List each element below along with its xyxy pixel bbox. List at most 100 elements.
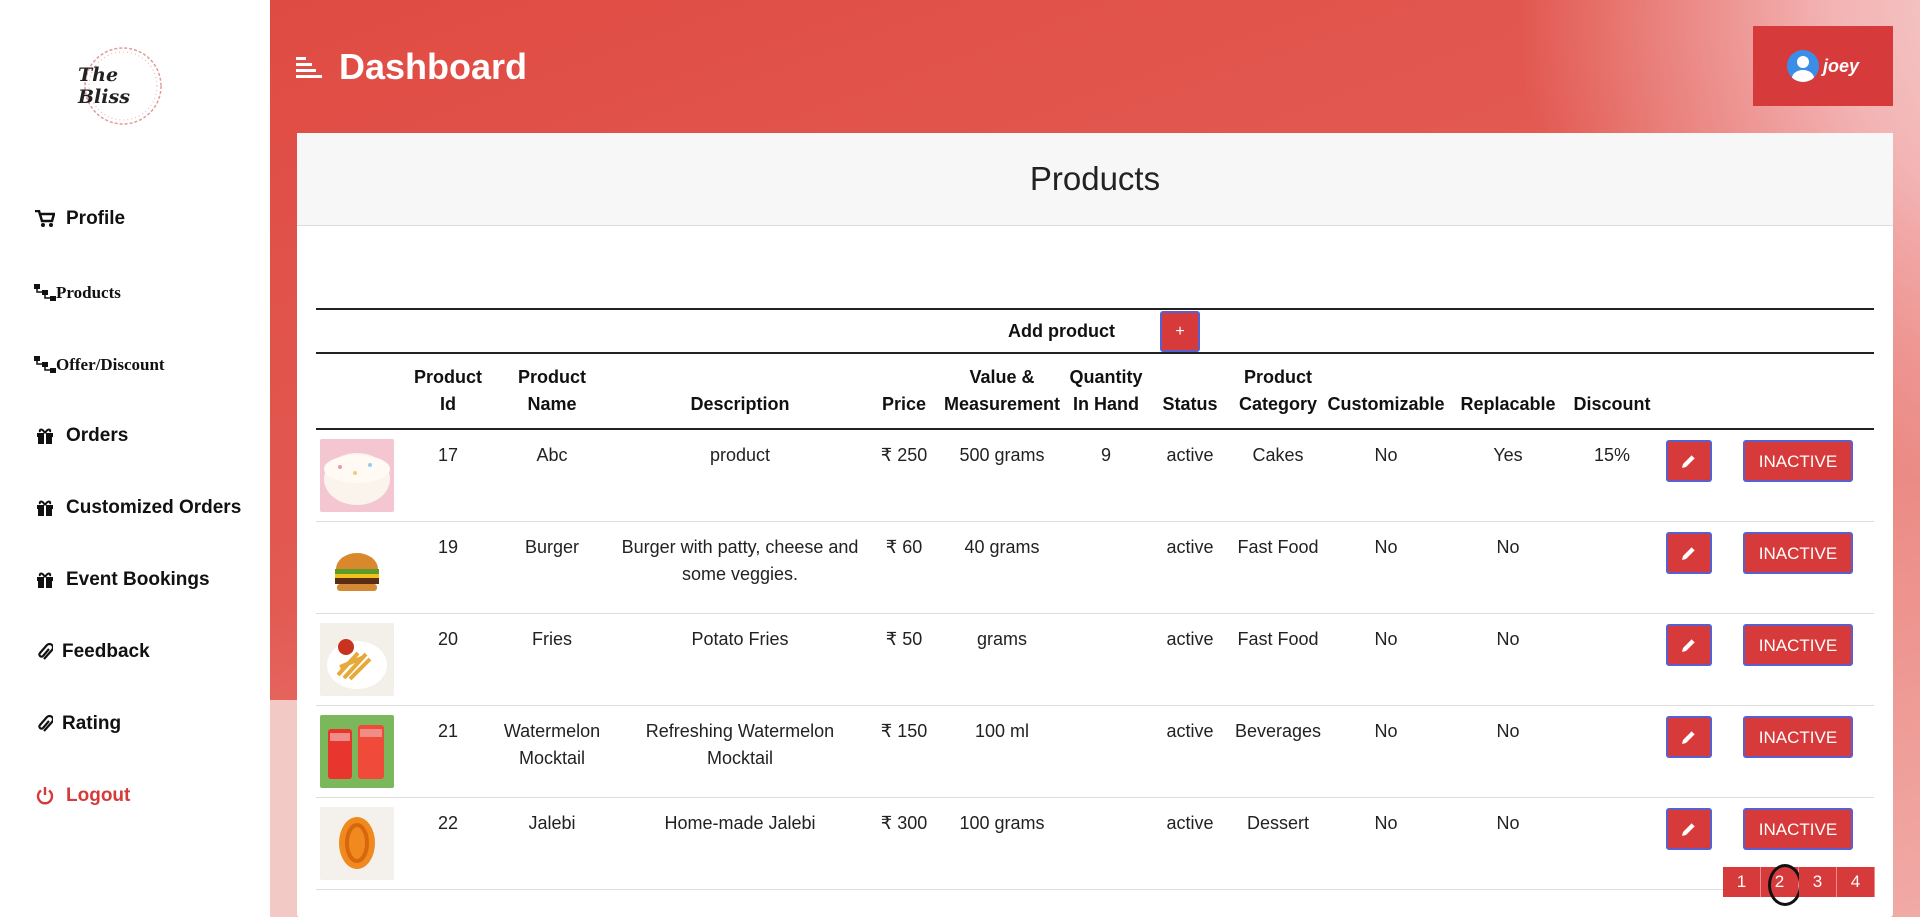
- cell-replacable: No: [1448, 613, 1568, 706]
- inactive-button[interactable]: INACTIVE: [1742, 716, 1854, 758]
- gift-icon: [34, 569, 56, 591]
- cell-category: Beverages: [1232, 705, 1324, 798]
- sitemap-icon: [34, 354, 56, 376]
- inactive-button[interactable]: INACTIVE: [1742, 532, 1854, 574]
- menu-icon[interactable]: [296, 55, 322, 81]
- edit-button[interactable]: [1666, 624, 1712, 666]
- sidebar-item-label: Feedback: [62, 641, 150, 662]
- cell-qty: [1064, 797, 1148, 890]
- inactive-button[interactable]: INACTIVE: [1742, 440, 1854, 482]
- sidebar-item-label: Profile: [66, 208, 126, 229]
- edit-button[interactable]: [1666, 440, 1712, 482]
- page-2[interactable]: 2: [1761, 864, 1802, 906]
- gift-icon: [34, 497, 56, 519]
- pencil-icon: [1682, 454, 1696, 468]
- products-table: Product Id Product Name Description Pric…: [316, 354, 1874, 890]
- cell-name: Burger: [492, 521, 612, 614]
- product-image-cell: [316, 521, 404, 614]
- col-qty: Quantity In Hand: [1064, 354, 1148, 430]
- inactive-button[interactable]: INACTIVE: [1742, 808, 1854, 850]
- col-image: [316, 354, 404, 430]
- cell-qty: [1064, 521, 1148, 614]
- sidebar-item-label: Event Bookings: [66, 569, 210, 590]
- products-table-wrap: Add product + Product Id Product Name De…: [316, 308, 1874, 890]
- table-row: 20 Fries Potato Fries ₹ 50 grams active Fast F…: [316, 613, 1874, 706]
- page-3[interactable]: 3: [1799, 867, 1837, 897]
- cell-id: 21: [404, 705, 492, 798]
- col-price: Price: [868, 354, 940, 430]
- sidebar-item-products[interactable]: Products: [34, 282, 121, 304]
- cell-id: 20: [404, 613, 492, 706]
- product-image-cell: [316, 705, 404, 798]
- sidebar-item-orders[interactable]: Orders: [34, 425, 128, 447]
- cell-price: ₹ 60: [868, 521, 940, 614]
- table-row: 21 Watermelon Mocktail Refreshing Watermel…: [316, 705, 1874, 798]
- edit-button[interactable]: [1666, 532, 1712, 574]
- gift-icon: [34, 425, 56, 447]
- col-edit: [1656, 354, 1722, 430]
- add-product-button[interactable]: +: [1160, 311, 1200, 352]
- product-thumbnail: [320, 439, 394, 512]
- col-category: Product Category: [1232, 354, 1324, 430]
- product-image-cell: [316, 613, 404, 706]
- sidebar-item-offer-discount[interactable]: Offer/Discount: [34, 354, 165, 376]
- cell-customizable: No: [1324, 797, 1448, 890]
- table-row: 17 Abc product ₹ 250 500 grams 9 active Cakes No…: [316, 429, 1874, 522]
- cell-name: Watermelon Mocktail: [492, 705, 612, 798]
- edit-button[interactable]: [1666, 716, 1712, 758]
- brand-logo-text: The Bliss: [78, 64, 130, 108]
- cell-description: Refreshing Watermelon Mocktail: [612, 705, 868, 798]
- paperclip-icon: [34, 713, 56, 735]
- cell-discount: [1568, 797, 1656, 890]
- product-thumbnail: [320, 807, 394, 880]
- table-row: 22 Jalebi Home-made Jalebi ₹ 300 100 grams ac…: [316, 797, 1874, 890]
- pencil-icon: [1682, 730, 1696, 744]
- sidebar-item-event-bookings[interactable]: Event Bookings: [34, 569, 210, 591]
- status-action-cell: INACTIVE: [1722, 613, 1874, 706]
- cell-qty: 9: [1064, 429, 1148, 522]
- cell-value: 100 grams: [940, 797, 1064, 890]
- sidebar-item-feedback[interactable]: Feedback: [34, 641, 150, 663]
- sidebar-item-profile[interactable]: Profile: [34, 208, 125, 230]
- cell-replacable: Yes: [1448, 429, 1568, 522]
- edit-button[interactable]: [1666, 808, 1712, 850]
- power-icon: [34, 785, 56, 807]
- status-action-cell: INACTIVE: [1722, 521, 1874, 614]
- table-header-row: Product Id Product Name Description Pric…: [316, 354, 1874, 430]
- pencil-icon: [1682, 822, 1696, 836]
- pencil-icon: [1682, 638, 1696, 652]
- cell-description: product: [612, 429, 868, 522]
- cell-price: ₹ 300: [868, 797, 940, 890]
- cell-value: 100 ml: [940, 705, 1064, 798]
- cell-customizable: No: [1324, 521, 1448, 614]
- sidebar-item-customized-orders[interactable]: Customized Orders: [34, 497, 241, 519]
- pagination: 1 2 3 4: [1723, 864, 1875, 906]
- col-discount: Discount: [1568, 354, 1656, 430]
- cell-discount: [1568, 521, 1656, 614]
- table-row: 19 Burger Burger with patty, cheese and so…: [316, 521, 1874, 614]
- add-product-label: Add product: [1008, 321, 1115, 341]
- cell-status: active: [1148, 521, 1232, 614]
- cell-qty: [1064, 705, 1148, 798]
- status-action-cell: INACTIVE: [1722, 705, 1874, 798]
- page-1[interactable]: 1: [1723, 867, 1761, 897]
- products-card: Products Add product + Product Id Produc…: [297, 133, 1893, 917]
- cell-discount: [1568, 705, 1656, 798]
- cell-id: 22: [404, 797, 492, 890]
- sidebar-item-rating[interactable]: Rating: [34, 713, 121, 735]
- col-customizable: Customizable: [1324, 354, 1448, 430]
- col-status: Status: [1148, 354, 1232, 430]
- cell-id: 19: [404, 521, 492, 614]
- cell-value: 40 grams: [940, 521, 1064, 614]
- cell-discount: 15%: [1568, 429, 1656, 522]
- cell-category: Fast Food: [1232, 613, 1324, 706]
- inactive-button[interactable]: INACTIVE: [1742, 624, 1854, 666]
- cell-price: ₹ 50: [868, 613, 940, 706]
- user-menu-button[interactable]: joey: [1753, 26, 1893, 106]
- page-4[interactable]: 4: [1837, 867, 1875, 897]
- sidebar-item-logout[interactable]: Logout: [34, 785, 130, 807]
- brand-logo[interactable]: The Bliss: [78, 44, 168, 128]
- col-action: [1722, 354, 1874, 430]
- edit-cell: [1656, 705, 1722, 798]
- cell-status: active: [1148, 705, 1232, 798]
